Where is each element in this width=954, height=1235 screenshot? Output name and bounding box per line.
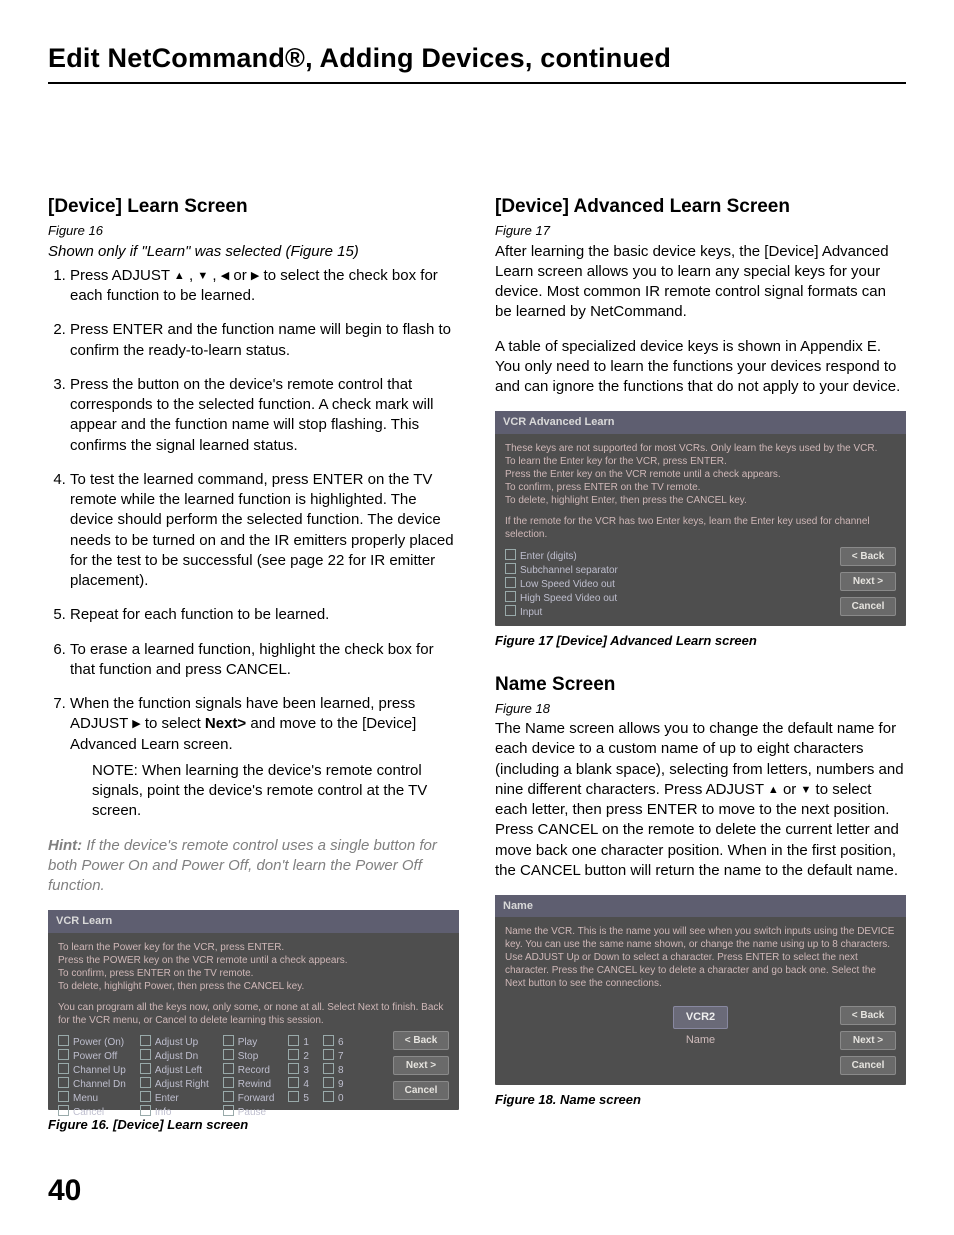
- step-3: Press the button on the device's remote …: [70, 375, 459, 456]
- arrow-up-icon: ▲: [174, 269, 185, 284]
- learn-note: NOTE: When learning the device's remote …: [92, 761, 459, 822]
- shot18-name-label: Name: [686, 1033, 715, 1047]
- shot17-instr: These keys are not supported for most VC…: [505, 442, 896, 507]
- shot16-title: VCR Learn: [48, 910, 459, 932]
- step-5: Repeat for each function to be learned.: [70, 605, 459, 625]
- shot17-instr2: If the remote for the VCR has two Enter …: [505, 515, 896, 541]
- step-7: When the function signals have been lear…: [70, 694, 459, 822]
- shot18-title: Name: [495, 895, 906, 917]
- left-column: [Device] Learn Screen Figure 16 Shown on…: [48, 194, 459, 1133]
- figure-17-screenshot: VCR Advanced Learn These keys are not su…: [495, 411, 906, 626]
- shot17-title: VCR Advanced Learn: [495, 411, 906, 433]
- shot18-instr: Name the VCR. This is the name you will …: [505, 925, 896, 990]
- shot16-instr: To learn the Power key for the VCR, pres…: [58, 941, 449, 993]
- right-column: [Device] Advanced Learn Screen Figure 17…: [495, 194, 906, 1133]
- arrow-down-icon: ▼: [800, 783, 811, 798]
- shot16-functions: Power (On) Power Off Channel Up Channel …: [58, 1035, 449, 1119]
- adv-figref: Figure 17: [495, 222, 906, 240]
- learn-shown-note: Shown only if "Learn" was selected (Figu…: [48, 242, 459, 262]
- step-2: Press ENTER and the function name will b…: [70, 320, 459, 361]
- name-heading: Name Screen: [495, 672, 906, 698]
- shot16-next-button: Next >: [393, 1056, 449, 1075]
- page-number: 40: [48, 1171, 81, 1212]
- step-4: To test the learned command, press ENTER…: [70, 470, 459, 592]
- shot16-instr2: You can program all the keys now, only s…: [58, 1001, 449, 1027]
- name-figref: Figure 18: [495, 700, 906, 718]
- figure-16-screenshot: VCR Learn To learn the Power key for the…: [48, 910, 459, 1110]
- arrow-down-icon: ▼: [197, 269, 208, 284]
- figure-18-caption: Figure 18. Name screen: [495, 1091, 906, 1109]
- figure-18-screenshot: Name Name the VCR. This is the name you …: [495, 895, 906, 1085]
- shot16-buttons: < Back Next > Cancel: [393, 1031, 449, 1100]
- page-title: Edit NetCommand®, Adding Devices, contin…: [48, 40, 906, 76]
- arrow-right-icon: ▶: [132, 717, 140, 732]
- shot17-next-button: Next >: [840, 572, 896, 591]
- step-1: Press ADJUST ▲ , ▼ , ◀ or ▶ to select th…: [70, 266, 459, 307]
- learn-hint: Hint: If the device's remote control use…: [48, 836, 459, 897]
- adv-p1: After learning the basic device keys, th…: [495, 242, 906, 323]
- name-para: The Name screen allows you to change the…: [495, 719, 906, 881]
- shot18-buttons: < Back Next > Cancel: [840, 1006, 896, 1075]
- learn-heading: [Device] Learn Screen: [48, 194, 459, 220]
- title-rule: [48, 82, 906, 84]
- shot17-buttons: < Back Next > Cancel: [840, 547, 896, 616]
- shot18-next-button: Next >: [840, 1031, 896, 1050]
- shot16-cancel-button: Cancel: [393, 1081, 449, 1100]
- adv-p2: A table of specialized device keys is sh…: [495, 337, 906, 398]
- shot17-cancel-button: Cancel: [840, 597, 896, 616]
- figure-17-caption: Figure 17 [Device] Advanced Learn screen: [495, 632, 906, 650]
- learn-steps: Press ADJUST ▲ , ▼ , ◀ or ▶ to select th…: [48, 266, 459, 822]
- arrow-up-icon: ▲: [768, 783, 779, 798]
- arrow-left-icon: ◀: [221, 269, 229, 284]
- shot16-back-button: < Back: [393, 1031, 449, 1050]
- step-6: To erase a learned function, highlight t…: [70, 640, 459, 681]
- adv-heading: [Device] Advanced Learn Screen: [495, 194, 906, 220]
- shot18-cancel-button: Cancel: [840, 1056, 896, 1075]
- shot18-name-chip: VCR2: [673, 1006, 728, 1028]
- shot17-items: Enter (digits) Subchannel separator Low …: [505, 549, 896, 619]
- shot18-back-button: < Back: [840, 1006, 896, 1025]
- learn-figref: Figure 16: [48, 222, 459, 240]
- shot17-back-button: < Back: [840, 547, 896, 566]
